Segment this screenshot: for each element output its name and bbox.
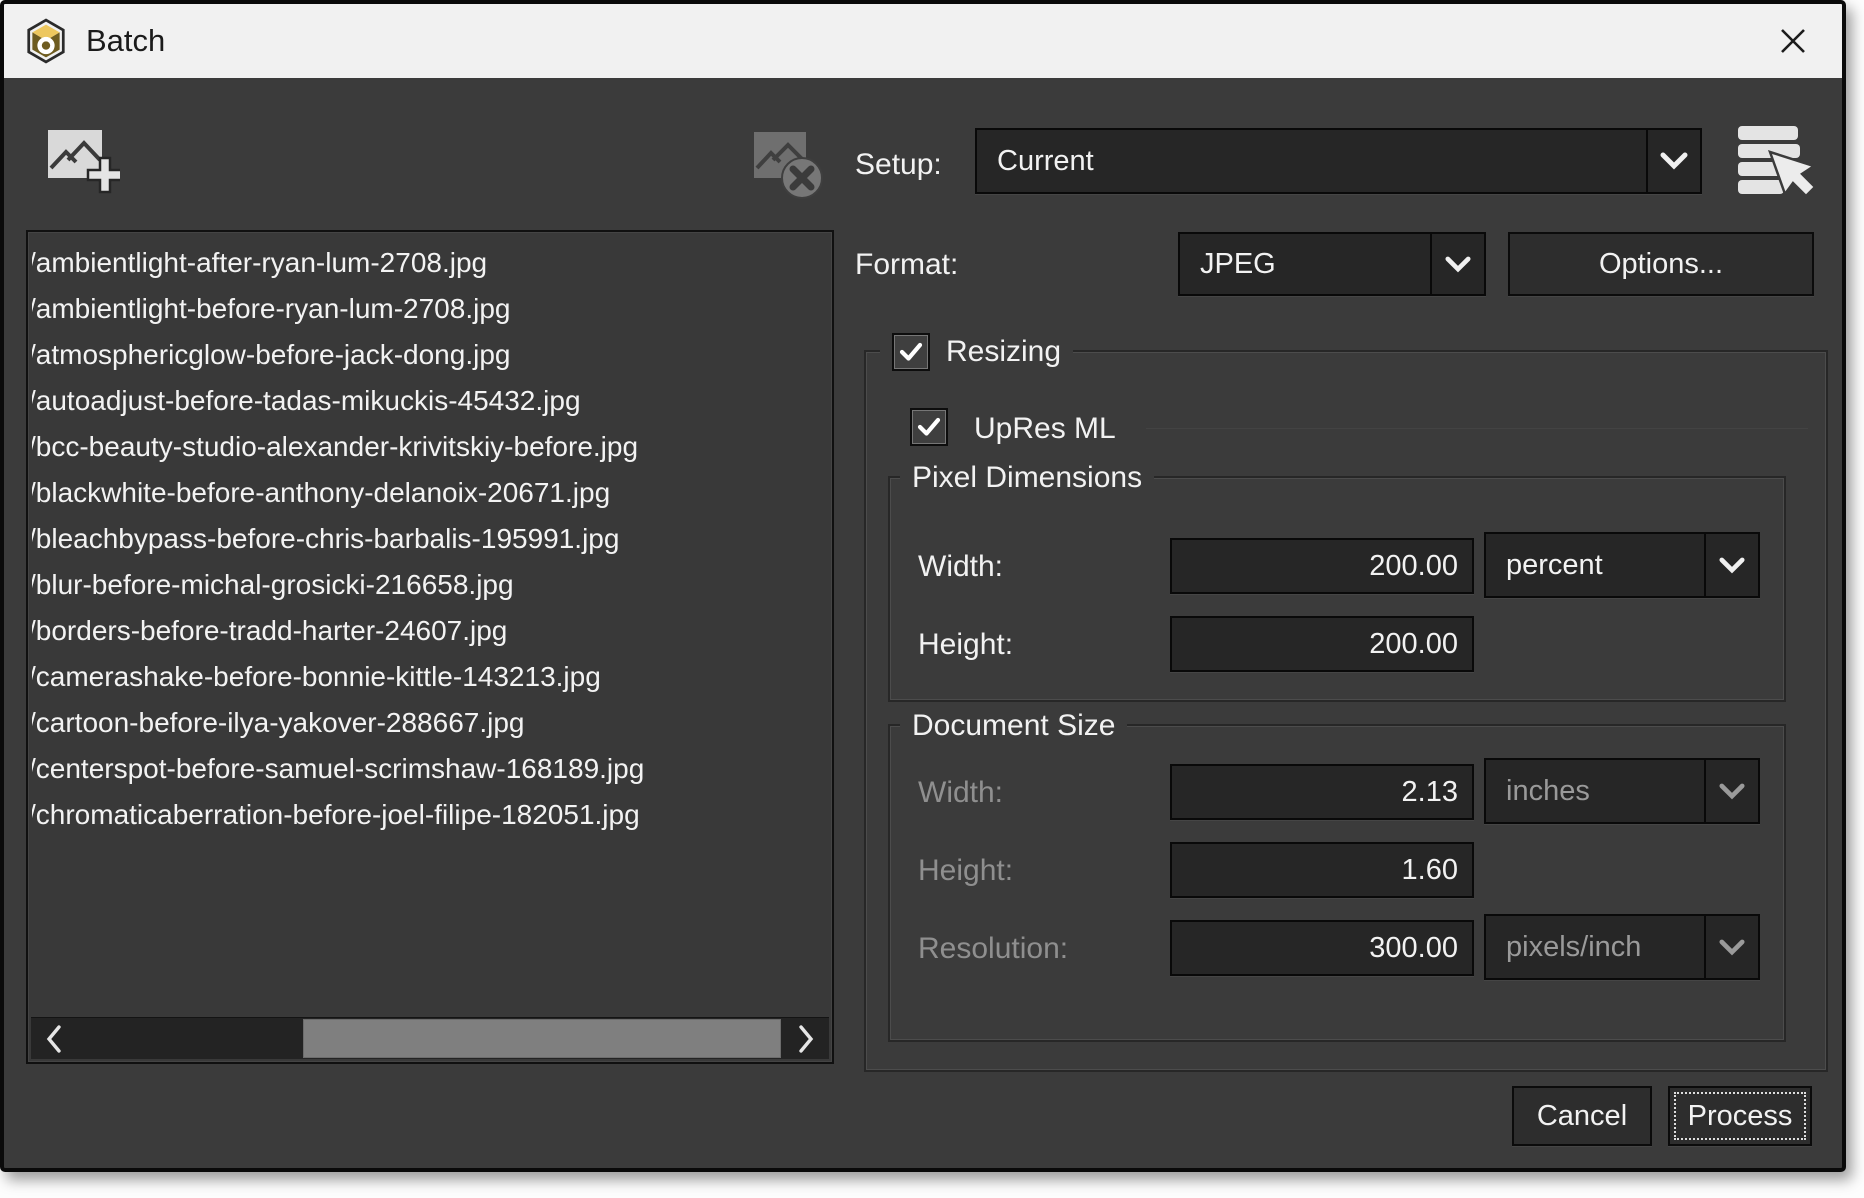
- remove-images-button[interactable]: [750, 126, 828, 207]
- cancel-button[interactable]: Cancel: [1512, 1086, 1652, 1146]
- doc-width-label: Width:: [918, 776, 1003, 810]
- format-label: Format:: [855, 248, 958, 282]
- options-button[interactable]: Options...: [1508, 232, 1814, 296]
- pixel-width-label: Width:: [918, 550, 1003, 584]
- doc-resolution-label: Resolution:: [918, 932, 1068, 966]
- batch-dialog: Batch Setup: Curr: [0, 0, 1846, 1172]
- upres-ml-checkbox[interactable]: [910, 408, 948, 446]
- doc-width-unit-dropdown: inches: [1484, 758, 1760, 824]
- list-item[interactable]: /bleachbypass-before-chris-barbalis-1959…: [32, 516, 828, 562]
- file-list[interactable]: /ambientlight-after-ryan-lum-2708.jpg/am…: [26, 230, 834, 1064]
- document-size-group: Document Size Width: inches Height: Reso…: [888, 724, 1786, 1042]
- list-item[interactable]: /ambientlight-after-ryan-lum-2708.jpg: [32, 240, 828, 286]
- scroll-left-button[interactable]: [31, 1018, 77, 1059]
- scroll-right-button[interactable]: [783, 1018, 829, 1059]
- list-item[interactable]: /centerspot-before-samuel-scrimshaw-1681…: [32, 746, 828, 792]
- chevron-down-icon: [1646, 130, 1700, 192]
- checkmark-icon: [916, 414, 942, 440]
- setup-dropdown-value: Current: [977, 130, 1646, 192]
- add-images-button[interactable]: [44, 124, 120, 209]
- setup-label: Setup:: [855, 148, 942, 182]
- chevron-down-icon: [1704, 760, 1758, 822]
- doc-width-unit-value: inches: [1486, 760, 1704, 822]
- pixel-height-input[interactable]: [1170, 616, 1474, 672]
- scroll-left-icon: [46, 1025, 62, 1053]
- app-logo-icon: [26, 18, 66, 64]
- remove-images-icon: [750, 126, 828, 202]
- list-item[interactable]: /chromaticaberration-before-joel-filipe-…: [32, 792, 828, 838]
- horizontal-scrollbar[interactable]: [31, 1017, 829, 1059]
- doc-height-label: Height:: [918, 854, 1013, 888]
- setup-dropdown[interactable]: Current: [975, 128, 1702, 194]
- list-item[interactable]: /blur-before-michal-grosicki-216658.jpg: [32, 562, 828, 608]
- checkmark-icon: [898, 339, 924, 365]
- titlebar: Batch: [4, 4, 1842, 78]
- list-item[interactable]: /cartoon-before-ilya-yakover-288667.jpg: [32, 700, 828, 746]
- pixel-height-label: Height:: [918, 628, 1013, 662]
- scroll-right-icon: [798, 1025, 814, 1053]
- list-item[interactable]: /camerashake-before-bonnie-kittle-143213…: [32, 654, 828, 700]
- chevron-down-icon: [1430, 234, 1484, 294]
- preset-stack-cursor-icon: [1732, 120, 1814, 204]
- divider: [1146, 428, 1808, 429]
- list-item[interactable]: /autoadjust-before-tadas-mikuckis-45432.…: [32, 378, 828, 424]
- doc-resolution-unit-value: pixels/inch: [1486, 916, 1704, 978]
- document-size-title: Document Size: [912, 709, 1115, 743]
- close-icon: [1777, 25, 1809, 57]
- list-item[interactable]: /blackwhite-before-anthony-delanoix-2067…: [32, 470, 828, 516]
- window-title: Batch: [86, 23, 165, 59]
- doc-resolution-unit-dropdown: pixels/inch: [1484, 914, 1760, 980]
- resizing-checkbox[interactable]: [892, 333, 930, 371]
- doc-width-input: [1170, 764, 1474, 820]
- pixel-width-unit-value: percent: [1486, 534, 1704, 596]
- resizing-group-label: Resizing: [946, 335, 1061, 369]
- pixel-dimensions-title: Pixel Dimensions: [912, 461, 1142, 495]
- pixel-width-unit-dropdown[interactable]: percent: [1484, 532, 1760, 598]
- format-dropdown-value: JPEG: [1180, 234, 1430, 294]
- process-button[interactable]: Process: [1668, 1086, 1812, 1146]
- list-item[interactable]: /atmosphericglow-before-jack-dong.jpg: [32, 332, 828, 378]
- pixel-dimensions-group: Pixel Dimensions Width: percent Height:: [888, 476, 1786, 702]
- pixel-width-input[interactable]: [1170, 538, 1474, 594]
- chevron-down-icon: [1704, 916, 1758, 978]
- list-item[interactable]: /bcc-beauty-studio-alexander-krivitskiy-…: [32, 424, 828, 470]
- close-button[interactable]: [1770, 18, 1816, 64]
- scrollbar-thumb[interactable]: [303, 1019, 781, 1058]
- doc-height-input: [1170, 842, 1474, 898]
- file-items: /ambientlight-after-ryan-lum-2708.jpg/am…: [32, 240, 828, 1012]
- desktop-background: Batch Setup: Curr: [0, 0, 1864, 1198]
- list-item[interactable]: /ambientlight-before-ryan-lum-2708.jpg: [32, 286, 828, 332]
- upres-ml-label: UpRes ML: [974, 412, 1116, 446]
- add-images-icon: [44, 124, 120, 204]
- list-item[interactable]: /borders-before-tradd-harter-24607.jpg: [32, 608, 828, 654]
- apply-preset-stack-button[interactable]: [1732, 120, 1814, 209]
- chevron-down-icon: [1704, 534, 1758, 596]
- format-dropdown[interactable]: JPEG: [1178, 232, 1486, 296]
- doc-resolution-input: [1170, 920, 1474, 976]
